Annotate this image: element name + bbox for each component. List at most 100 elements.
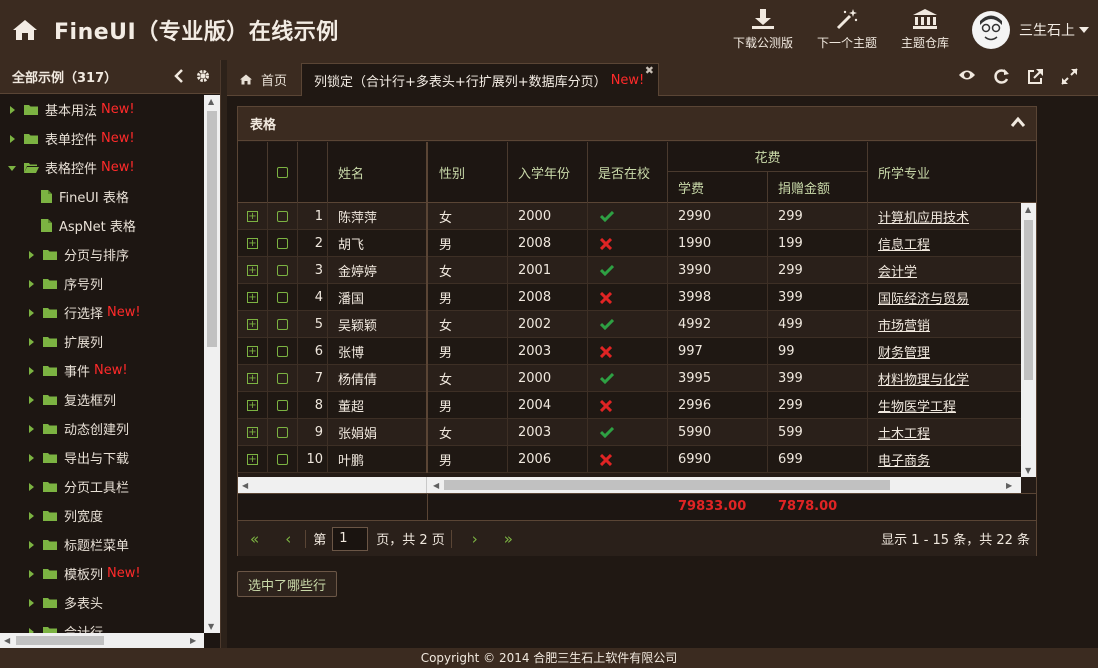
- row-expander[interactable]: +: [238, 365, 268, 392]
- cell-major[interactable]: 生物医学工程: [868, 392, 1021, 419]
- major-link[interactable]: 材料物理与化学: [878, 369, 969, 388]
- row-select[interactable]: [268, 311, 298, 338]
- row-expander[interactable]: +: [238, 338, 268, 365]
- caret-right-icon[interactable]: [26, 308, 36, 318]
- tab-home[interactable]: 首页: [227, 63, 301, 96]
- row-expander[interactable]: +: [238, 230, 268, 257]
- plus-square-icon[interactable]: +: [247, 292, 258, 303]
- plus-square-icon[interactable]: +: [247, 427, 258, 438]
- table-row[interactable]: +2 胡飞男 2008 1990 199 信息工程: [238, 230, 1021, 257]
- sidebar-item[interactable]: 导出与下载: [0, 443, 204, 472]
- major-link[interactable]: 国际经济与贸易: [878, 288, 969, 307]
- row-checkbox[interactable]: [277, 211, 288, 222]
- table-row[interactable]: +8 董超男 2004 2996 299 生物医学工程: [238, 392, 1021, 419]
- row-select[interactable]: [268, 203, 298, 230]
- plus-square-icon[interactable]: +: [247, 400, 258, 411]
- page-input[interactable]: 1: [332, 526, 369, 551]
- refresh-icon[interactable]: [993, 68, 1010, 85]
- header-name[interactable]: 姓名: [328, 142, 428, 203]
- eye-icon[interactable]: [958, 68, 976, 82]
- collapse-left-icon[interactable]: [174, 69, 184, 83]
- row-expander[interactable]: +: [238, 311, 268, 338]
- row-checkbox[interactable]: [277, 427, 288, 438]
- row-checkbox[interactable]: [277, 454, 288, 465]
- row-checkbox[interactable]: [277, 292, 288, 303]
- first-page-icon[interactable]: «: [250, 530, 259, 548]
- external-link-icon[interactable]: [1027, 68, 1044, 85]
- table-row[interactable]: +6 张博男 2003 997 99 财务管理: [238, 338, 1021, 365]
- next-page-icon[interactable]: ›: [472, 530, 478, 548]
- row-select[interactable]: [268, 257, 298, 284]
- header-major[interactable]: 所学专业: [868, 142, 1036, 203]
- sidebar-item[interactable]: 扩展列: [0, 327, 204, 356]
- row-select[interactable]: [268, 419, 298, 446]
- caret-right-icon[interactable]: [26, 540, 36, 550]
- row-expander[interactable]: +: [238, 392, 268, 419]
- row-select[interactable]: [268, 365, 298, 392]
- plus-square-icon[interactable]: +: [247, 373, 258, 384]
- sidebar-item[interactable]: 模板列 New!: [0, 559, 204, 588]
- caret-right-icon[interactable]: [7, 134, 17, 144]
- sidebar-item[interactable]: 分页工具栏: [0, 472, 204, 501]
- user-menu[interactable]: 三生石上: [972, 11, 1089, 49]
- header-gender[interactable]: 性别: [428, 142, 508, 203]
- major-link[interactable]: 生物医学工程: [878, 396, 956, 415]
- row-expander[interactable]: +: [238, 203, 268, 230]
- major-link[interactable]: 信息工程: [878, 234, 930, 253]
- caret-right-icon[interactable]: [26, 250, 36, 260]
- table-row[interactable]: +5 吴颖颖女 2002 4992 499 市场营销: [238, 311, 1021, 338]
- major-link[interactable]: 财务管理: [878, 342, 930, 361]
- row-checkbox[interactable]: [277, 373, 288, 384]
- major-link[interactable]: 土木工程: [878, 423, 930, 442]
- major-link[interactable]: 市场营销: [878, 315, 930, 334]
- cell-major[interactable]: 国际经济与贸易: [868, 284, 1021, 311]
- download-button[interactable]: 下载公测版: [733, 8, 793, 51]
- header-select-all[interactable]: [268, 142, 298, 203]
- table-row[interactable]: +7 杨倩倩女 2000 3995 399 材料物理与化学: [238, 365, 1021, 392]
- caret-right-icon[interactable]: [26, 482, 36, 492]
- cell-major[interactable]: 电子商务: [868, 446, 1021, 473]
- sidebar-item[interactable]: 表单控件 New!: [0, 124, 204, 153]
- table-row[interactable]: +9 张娟娟女 2003 5990 599 土木工程: [238, 419, 1021, 446]
- major-link[interactable]: 计算机应用技术: [878, 207, 969, 226]
- header-donation[interactable]: 捐赠金额: [768, 172, 868, 203]
- grid-vertical-scrollbar[interactable]: ▲ ▼: [1021, 203, 1036, 477]
- caret-right-icon[interactable]: [26, 395, 36, 405]
- table-row[interactable]: +10 叶鹏男 2006 6990 699 电子商务: [238, 446, 1021, 473]
- sidebar-horizontal-scrollbar[interactable]: ◀ ▶: [0, 633, 204, 648]
- caret-right-icon[interactable]: [26, 569, 36, 579]
- plus-square-icon[interactable]: +: [247, 346, 258, 357]
- sidebar-vertical-scrollbar[interactable]: ▲ ▼: [204, 95, 220, 633]
- row-select[interactable]: [268, 338, 298, 365]
- caret-down-icon[interactable]: [7, 163, 17, 173]
- grid-horizontal-scrollbar[interactable]: ◀ ◀ ▶: [238, 477, 1021, 493]
- sidebar-item[interactable]: 事件 New!: [0, 356, 204, 385]
- row-checkbox[interactable]: [277, 319, 288, 330]
- row-expander[interactable]: +: [238, 284, 268, 311]
- caret-right-icon[interactable]: [26, 424, 36, 434]
- header-enrolled[interactable]: 是否在校: [588, 142, 668, 203]
- select-all-checkbox[interactable]: [277, 167, 288, 178]
- table-row[interactable]: +4 潘国男 2008 3998 399 国际经济与贸易: [238, 284, 1021, 311]
- major-link[interactable]: 会计学: [878, 261, 917, 280]
- table-row[interactable]: +1 陈萍萍女 2000 2990 299 计算机应用技术: [238, 203, 1021, 230]
- sidebar-item[interactable]: 标题栏菜单: [0, 530, 204, 559]
- plus-square-icon[interactable]: +: [247, 319, 258, 330]
- table-row[interactable]: +3 金婷婷女 2001 3990 299 会计学: [238, 257, 1021, 284]
- row-select[interactable]: [268, 284, 298, 311]
- tab-column-lock[interactable]: 列锁定（合计行+多表头+行扩展列+数据库分页） New! ✖: [301, 63, 659, 96]
- avatar[interactable]: [972, 11, 1010, 49]
- sidebar-item[interactable]: 分页与排序: [0, 240, 204, 269]
- last-page-icon[interactable]: »: [504, 530, 513, 548]
- caret-right-icon[interactable]: [26, 337, 36, 347]
- plus-square-icon[interactable]: +: [247, 211, 258, 222]
- plus-square-icon[interactable]: +: [247, 265, 258, 276]
- sidebar-item[interactable]: AspNet 表格: [0, 211, 204, 240]
- cell-major[interactable]: 市场营销: [868, 311, 1021, 338]
- cell-major[interactable]: 材料物理与化学: [868, 365, 1021, 392]
- sidebar-item[interactable]: FineUI 表格: [0, 182, 204, 211]
- caret-right-icon[interactable]: [26, 366, 36, 376]
- cell-major[interactable]: 信息工程: [868, 230, 1021, 257]
- row-checkbox[interactable]: [277, 346, 288, 357]
- row-checkbox[interactable]: [277, 265, 288, 276]
